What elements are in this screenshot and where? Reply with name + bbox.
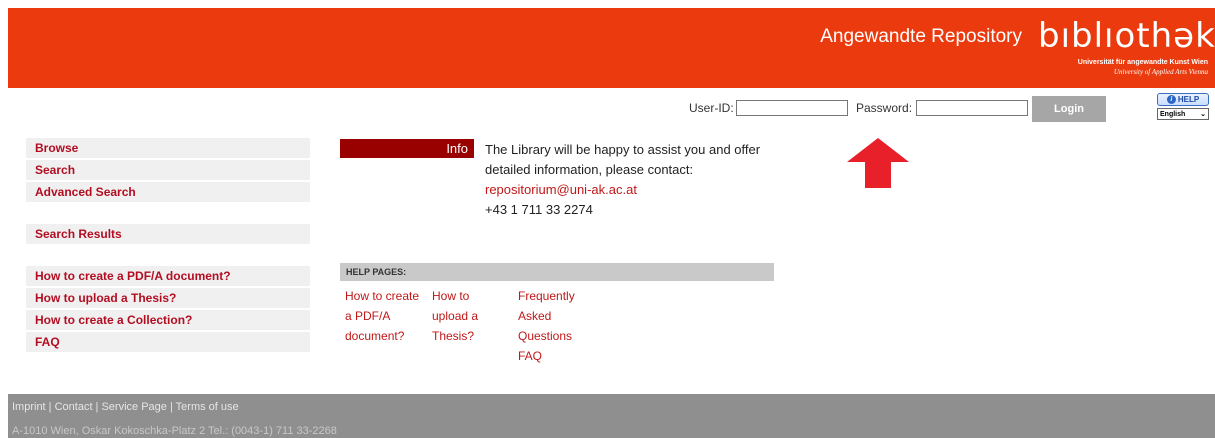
password-label: Password: — [856, 101, 913, 115]
contact-phone: +43 1 711 33 2274 — [485, 202, 593, 217]
login-button[interactable]: Login — [1032, 96, 1106, 122]
info-icon: i — [1166, 95, 1176, 104]
sidebar-item-create-collection[interactable]: How to create a Collection? — [26, 310, 310, 330]
login-bar: User-ID: Password: Login i HELP English … — [8, 93, 1215, 123]
info-label: Info — [340, 139, 474, 158]
user-id-input[interactable] — [736, 100, 848, 116]
footer: Imprint | Contact | Service Page | Terms… — [8, 394, 1215, 438]
logo-university-name: Universität für angewandte Kunst Wien — [1077, 59, 1208, 66]
info-line-1: The Library will be happy to assist you … — [485, 142, 761, 157]
footer-links[interactable]: Imprint | Contact | Service Page | Terms… — [12, 401, 239, 413]
help-link-faq[interactable]: Frequently Asked Questions FAQ — [518, 286, 575, 366]
help-button[interactable]: i HELP — [1157, 93, 1209, 106]
logo-word: bıblıothək — [1038, 16, 1215, 56]
sidebar-item-browse[interactable]: Browse — [26, 138, 310, 158]
bibliothek-logo[interactable]: bıblıothək Universität für angewandte Ku… — [1038, 16, 1215, 88]
sidebar-item-faq[interactable]: FAQ — [26, 332, 310, 352]
language-value: English — [1160, 110, 1186, 118]
header-bar: Angewandte Repository bıblıothək Univers… — [8, 8, 1215, 88]
help-link-create-pdfa[interactable]: How to create a PDF/A document? — [345, 286, 419, 346]
language-select[interactable]: English ⌄ — [1157, 108, 1209, 120]
chevron-down-icon: ⌄ — [1200, 111, 1206, 118]
password-input[interactable] — [916, 100, 1028, 116]
logo-university-name-en: University of Applied Arts Vienna — [1113, 68, 1208, 76]
sidebar: Browse Search Advanced Search Search Res… — [26, 138, 310, 354]
help-link-upload-thesis[interactable]: How to upload a Thesis? — [432, 286, 478, 346]
contact-email-link[interactable]: repositorium@uni-ak.ac.at — [485, 180, 805, 200]
info-text: The Library will be happy to assist you … — [485, 140, 805, 220]
repository-title[interactable]: Angewandte Repository — [820, 26, 1022, 48]
help-pages-header: HELP PAGES: — [340, 263, 774, 281]
sidebar-item-upload-thesis[interactable]: How to upload a Thesis? — [26, 288, 310, 308]
info-line-2: detailed information, please contact: — [485, 162, 694, 177]
user-id-label: User-ID: — [689, 101, 734, 115]
page-frame: Angewandte Repository bıblıothək Univers… — [8, 8, 1215, 438]
red-up-arrow-annotation — [847, 138, 909, 188]
sidebar-item-advanced-search[interactable]: Advanced Search — [26, 182, 310, 202]
help-label: HELP — [1177, 95, 1200, 104]
sidebar-item-search-results[interactable]: Search Results — [26, 224, 310, 244]
footer-address: A-1010 Wien, Oskar Kokoschka-Platz 2 Tel… — [12, 425, 337, 437]
sidebar-item-create-pdfa[interactable]: How to create a PDF/A document? — [26, 266, 310, 286]
sidebar-item-search[interactable]: Search — [26, 160, 310, 180]
